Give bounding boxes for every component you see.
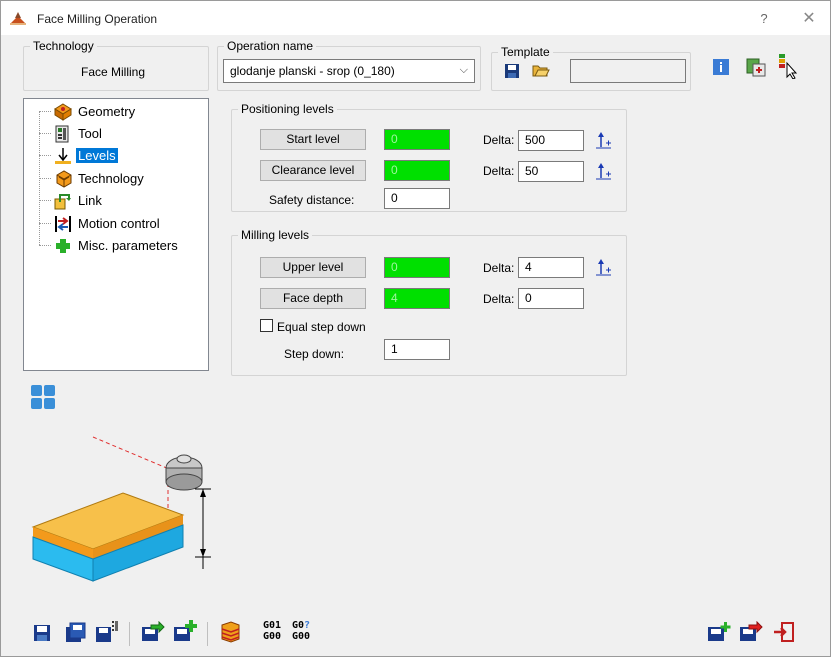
tree-item-tool[interactable]: Tool [24, 124, 204, 144]
gcode-top-left: G01 [263, 620, 282, 631]
help-button[interactable]: ? [753, 9, 775, 29]
parameter-tree: Geometry Tool Levels Technology Link Mot… [23, 98, 209, 371]
milling-levels-legend: Milling levels [241, 228, 310, 242]
operation-name-value: glodanje planski - srop (0_180) [230, 64, 395, 78]
app-icon [9, 10, 27, 29]
link-icon [54, 192, 72, 210]
tree-item-technology[interactable]: Technology [24, 169, 204, 189]
title-bar: Face Milling Operation ? ✕ [1, 1, 830, 35]
tool-icon [54, 125, 72, 143]
chevron-down-icon: ⌵ [459, 64, 468, 76]
gcode-bottom-left: G00 [263, 631, 282, 642]
gcode-g0-label[interactable]: G0? G00 [292, 620, 310, 642]
help-circle-icon: ? [304, 620, 311, 631]
save-template-icon[interactable] [504, 63, 520, 79]
equal-step-down-label: Equal step down [277, 320, 366, 334]
start-level-button[interactable]: Start level [260, 129, 366, 150]
toolbar-separator [207, 622, 208, 646]
level-up-arrow-icon[interactable] [595, 161, 613, 181]
tree-item-label: Misc. parameters [78, 238, 178, 253]
export-red-arrow-icon[interactable] [739, 620, 763, 643]
safety-distance-field[interactable]: 0 [384, 188, 450, 209]
tree-item-geometry[interactable]: Geometry [24, 102, 204, 122]
clearance-delta-field[interactable]: 50 [518, 161, 584, 182]
face-milling-dialog: Face Milling Operation ? ✕ Technology Fa… [0, 0, 831, 657]
open-template-icon[interactable] [532, 62, 550, 78]
plus-icon [54, 237, 72, 255]
tree-item-label: Link [78, 193, 102, 208]
database-export-icon[interactable] [745, 56, 767, 78]
clearance-level-field[interactable]: 0 [384, 160, 450, 181]
levels-preview-illustration [21, 419, 217, 609]
face-depth-button[interactable]: Face depth [260, 288, 366, 309]
exit-icon[interactable] [773, 621, 795, 643]
view-grid-icon[interactable] [30, 384, 56, 410]
save-icon[interactable] [33, 624, 55, 646]
bottom-toolbar: G01 G00 G0? G00 [1, 614, 830, 656]
technology-legend: Technology [33, 39, 94, 53]
upper-delta-field[interactable]: 4 [518, 257, 584, 278]
step-down-label: Step down: [284, 347, 345, 361]
level-up-arrow-icon[interactable] [595, 130, 613, 150]
equal-step-down-checkbox[interactable] [260, 319, 273, 332]
stock-layers-icon[interactable] [219, 621, 241, 643]
tree-item-label: Levels [76, 148, 118, 163]
positioning-levels-legend: Positioning levels [241, 102, 334, 116]
toolbar-separator [129, 622, 130, 646]
tree-item-label: Geometry [78, 104, 136, 119]
window-title: Face Milling Operation [37, 12, 158, 26]
operation-name-combo[interactable]: glodanje planski - srop (0_180) ⌵ [223, 59, 475, 83]
pointer-select-icon[interactable] [776, 53, 800, 80]
levels-icon [54, 147, 72, 165]
face-delta-label: Delta: [483, 292, 515, 306]
safety-distance-label: Safety distance: [269, 193, 355, 207]
tree-item-levels[interactable]: Levels [24, 146, 204, 166]
upper-level-field[interactable]: 0 [384, 257, 450, 278]
motion-control-icon [54, 215, 72, 233]
export-green-arrow-icon[interactable] [141, 620, 165, 643]
save-list-icon[interactable] [95, 620, 118, 642]
tree-item-label: Motion control [78, 216, 160, 231]
clearance-delta-label: Delta: [483, 164, 515, 178]
tree-item-label: Technology [78, 171, 144, 186]
technology-icon [54, 170, 72, 188]
level-up-arrow-icon[interactable] [595, 257, 613, 277]
clearance-level-button[interactable]: Clearance level [260, 160, 366, 181]
start-delta-field[interactable]: 500 [518, 130, 584, 151]
face-depth-field[interactable]: 4 [384, 288, 450, 309]
tree-item-motion-control[interactable]: Motion control [24, 214, 204, 234]
start-level-field[interactable]: 0 [384, 129, 450, 150]
face-delta-field[interactable]: 0 [518, 288, 584, 309]
gcode-g01-label[interactable]: G01 G00 [263, 620, 281, 642]
tree-item-link[interactable]: Link [24, 191, 204, 211]
technology-value: Face Milling [81, 65, 146, 79]
upper-delta-label: Delta: [483, 261, 515, 275]
tree-item-label: Tool [78, 126, 102, 141]
save-all-icon[interactable] [65, 622, 87, 644]
template-legend: Template [501, 45, 550, 59]
add-green-icon[interactable] [173, 619, 197, 641]
add-operation-icon[interactable] [707, 621, 731, 643]
geometry-icon [54, 103, 72, 121]
tree-item-misc-parameters[interactable]: Misc. parameters [24, 236, 204, 256]
gcode-top-right: G0 [292, 620, 305, 631]
gcode-bottom-right: G00 [292, 631, 311, 642]
template-name-field[interactable] [570, 59, 686, 83]
start-delta-label: Delta: [483, 133, 515, 147]
close-button[interactable]: ✕ [797, 8, 821, 30]
step-down-field[interactable]: 1 [384, 339, 450, 360]
info-icon[interactable] [713, 59, 729, 75]
upper-level-button[interactable]: Upper level [260, 257, 366, 278]
operation-name-legend: Operation name [227, 39, 314, 53]
